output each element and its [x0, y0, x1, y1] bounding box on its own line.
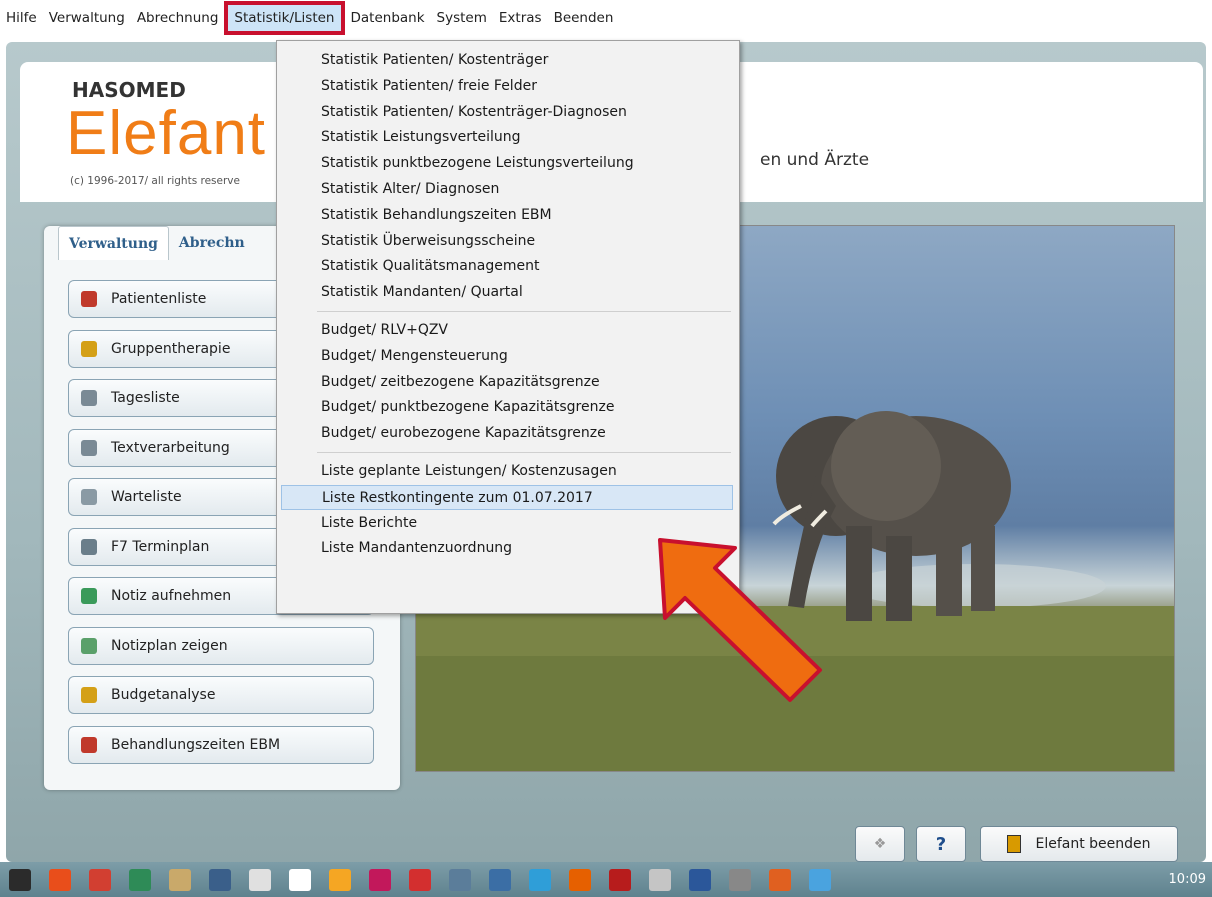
button-label: Warteliste	[111, 489, 182, 505]
menu-item-group1-4[interactable]: Statistik punktbezogene Leistungsverteil…	[281, 151, 733, 176]
calendar-icon	[81, 538, 97, 555]
menu-item-group1-9[interactable]: Statistik Mandanten/ Quartal	[281, 280, 733, 305]
printer-icon	[81, 439, 97, 456]
menu-datenbank[interactable]: Datenbank	[345, 0, 431, 36]
taskbar-app-icon[interactable]	[769, 868, 791, 891]
button-label: Patientenliste	[111, 291, 207, 307]
taskbar-app-icon[interactable]	[529, 868, 551, 891]
menu-beenden[interactable]: Beenden	[548, 0, 620, 36]
brand-logo: Elefant	[66, 99, 267, 168]
menu-system[interactable]: System	[431, 0, 493, 36]
menu-item-group1-0[interactable]: Statistik Patienten/ Kostenträger	[281, 48, 733, 73]
tab-abrechnung[interactable]: Abrechn	[169, 226, 255, 260]
taskbar-app-icon[interactable]	[329, 868, 351, 891]
button-behandlungszeiten-ebm[interactable]: Behandlungszeiten EBM	[68, 725, 374, 764]
taskbar-app-icon[interactable]	[129, 868, 151, 891]
annotation-arrow-icon	[658, 538, 822, 702]
menu-separator	[317, 311, 731, 312]
tab-verwaltung[interactable]: Verwaltung	[58, 226, 169, 260]
menu-bar: Hilfe Verwaltung Abrechnung Statistik/Li…	[0, 0, 1212, 36]
taskbar-app-icon[interactable]	[649, 868, 671, 891]
menu-item-group1-3[interactable]: Statistik Leistungsverteilung	[281, 125, 733, 150]
menu-item-group2-2[interactable]: Budget/ zeitbezogene Kapazitätsgrenze	[281, 370, 733, 395]
taskbar-app-icon[interactable]	[169, 868, 191, 891]
button-label: Textverarbeitung	[111, 439, 230, 456]
button-notizplan-zeigen[interactable]: Notizplan zeigen	[68, 626, 374, 665]
taskbar-app-icon[interactable]	[209, 868, 231, 891]
tool-button[interactable]: ❖	[855, 826, 905, 862]
menu-item-group2-4[interactable]: Budget/ eurobezogene Kapazitätsgrenze	[281, 421, 733, 446]
feather-icon: ❖	[873, 836, 887, 852]
taskbar-app-icon[interactable]	[89, 868, 111, 891]
taskbar-app-icon[interactable]	[569, 868, 591, 891]
taskbar-clock: 10:09	[1168, 872, 1206, 887]
menu-verwaltung[interactable]: Verwaltung	[43, 0, 131, 36]
taskbar-app-icon[interactable]	[689, 868, 711, 891]
taskbar-app-icon[interactable]	[249, 868, 271, 891]
menu-item-group3-1[interactable]: Liste Restkontingente zum 01.07.2017	[281, 484, 733, 510]
taskbar-app-icon[interactable]	[449, 868, 471, 891]
menu-item-group1-8[interactable]: Statistik Qualitätsmanagement	[281, 254, 733, 279]
patient-icon	[81, 291, 97, 307]
menu-item-group3-0[interactable]: Liste geplante Leistungen/ Kostenzusagen	[281, 459, 733, 484]
button-label: Budgetanalyse	[111, 687, 216, 703]
button-label: Tagesliste	[111, 390, 180, 406]
taskbar-app-icon[interactable]	[9, 868, 31, 891]
tagline: en und Ärzte	[760, 150, 870, 170]
button-label: Behandlungszeiten EBM	[111, 736, 281, 753]
menu-item-group2-0[interactable]: Budget/ RLV+QZV	[281, 318, 733, 343]
menu-abrechnung[interactable]: Abrechnung	[131, 0, 225, 36]
taskbar-app-icon[interactable]	[49, 868, 71, 891]
note-plan-icon	[81, 637, 97, 654]
menu-extras[interactable]: Extras	[493, 0, 548, 36]
clock-icon	[81, 736, 97, 753]
copyright-text: (c) 1996-2017/ all rights reserve	[70, 175, 240, 187]
button-label: Gruppentherapie	[111, 340, 231, 357]
menu-item-group1-5[interactable]: Statistik Alter/ Diagnosen	[281, 177, 733, 202]
clipboard-icon	[81, 489, 97, 505]
menu-statistik-listen[interactable]: Statistik/Listen	[224, 1, 345, 35]
taskbar-app-icon[interactable]	[369, 868, 391, 891]
button-budgetanalyse[interactable]: Budgetanalyse	[68, 676, 374, 714]
exit-button[interactable]: Elefant beenden	[980, 826, 1178, 862]
taskbar-app-icon[interactable]	[489, 868, 511, 891]
taskbar-app-icon[interactable]	[289, 868, 311, 891]
door-icon	[1007, 835, 1022, 853]
menu-item-group1-7[interactable]: Statistik Überweisungsscheine	[281, 229, 733, 254]
taskbar-app-icon[interactable]	[409, 868, 431, 891]
taskbar: 10:09	[0, 862, 1212, 897]
menu-item-group2-1[interactable]: Budget/ Mengensteuerung	[281, 344, 733, 369]
taskbar-app-icon[interactable]	[809, 868, 831, 891]
taskbar-app-icon[interactable]	[609, 868, 631, 891]
group-icon	[81, 340, 97, 357]
button-label: Notizplan zeigen	[111, 637, 228, 654]
menu-item-group2-3[interactable]: Budget/ punktbezogene Kapazitätsgrenze	[281, 395, 733, 420]
help-button[interactable]: ?	[916, 826, 966, 862]
tab-bar: Verwaltung Abrechn	[58, 226, 255, 260]
exit-button-label: Elefant beenden	[1035, 836, 1151, 852]
button-label: F7 Terminplan	[111, 538, 210, 555]
note-icon	[81, 588, 97, 604]
taskbar-app-icon[interactable]	[729, 868, 751, 891]
menu-item-group1-2[interactable]: Statistik Patienten/ Kostenträger-Diagno…	[281, 100, 733, 125]
list-icon	[81, 390, 97, 406]
menu-separator	[317, 452, 731, 453]
budget-icon	[81, 687, 97, 703]
button-label: Notiz aufnehmen	[111, 588, 232, 604]
menu-item-group1-1[interactable]: Statistik Patienten/ freie Felder	[281, 74, 733, 99]
menu-hilfe[interactable]: Hilfe	[0, 0, 43, 36]
menu-item-group1-6[interactable]: Statistik Behandlungszeiten EBM	[281, 203, 733, 228]
